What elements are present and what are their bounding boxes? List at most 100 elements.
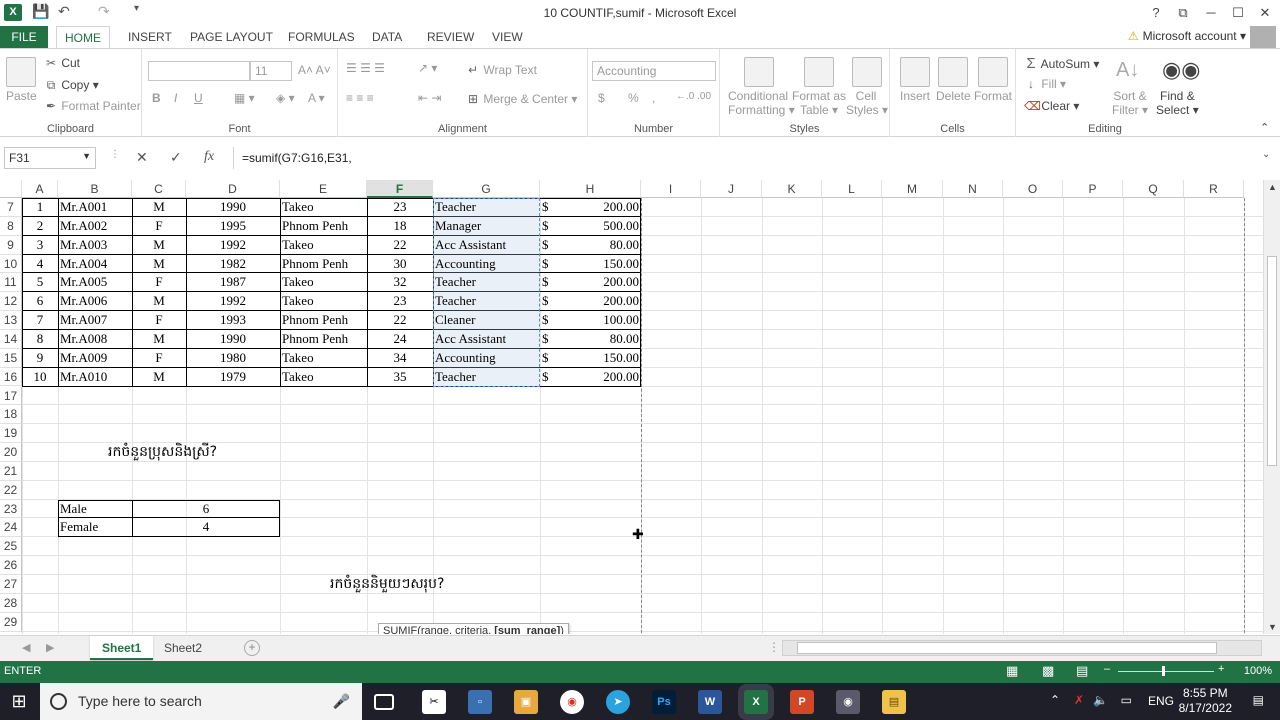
cell-gender[interactable]: M bbox=[132, 368, 186, 387]
formula-input[interactable]: =sumif(G7:G16,E31, bbox=[233, 147, 1263, 169]
snip-icon[interactable]: ✂ bbox=[422, 690, 446, 714]
binoculars-icon[interactable]: ◉◉ bbox=[1162, 57, 1200, 83]
cell-salary[interactable]: 80.00 bbox=[558, 236, 641, 255]
cell-no[interactable]: 2 bbox=[22, 217, 58, 236]
align-left-icon[interactable]: ≡ ≡ ≡ bbox=[346, 91, 374, 105]
column-header-q[interactable]: Q bbox=[1123, 180, 1184, 198]
tab-file[interactable]: FILE bbox=[0, 26, 48, 49]
cell-age[interactable]: 22 bbox=[367, 311, 433, 330]
align-top-icon[interactable]: ☰ ☰ ☰ bbox=[346, 61, 385, 75]
cell-position[interactable]: Teacher bbox=[433, 198, 540, 217]
cell-id[interactable]: Mr.A005 bbox=[58, 273, 132, 292]
bold-button[interactable]: B bbox=[152, 91, 161, 105]
vertical-scroll-thumb[interactable] bbox=[1267, 256, 1277, 466]
cell-id[interactable]: Mr.A001 bbox=[58, 198, 132, 217]
cell-age[interactable]: 35 bbox=[367, 368, 433, 387]
cell-year[interactable]: 1987 bbox=[186, 273, 280, 292]
battery-icon[interactable]: ▭ bbox=[1121, 693, 1132, 707]
summary-value[interactable]: 4 bbox=[132, 518, 280, 537]
save-icon[interactable]: 💾 bbox=[32, 3, 49, 20]
column-header-a[interactable]: A bbox=[22, 180, 58, 198]
cell-salary[interactable]: 200.00 bbox=[558, 198, 641, 217]
cut-button[interactable]: ✂ Cut bbox=[44, 56, 80, 70]
language-indicator[interactable]: ENG bbox=[1148, 694, 1174, 708]
italic-button[interactable]: I bbox=[174, 91, 177, 105]
column-header-p[interactable]: P bbox=[1063, 180, 1123, 198]
maximize-button[interactable]: ☐ bbox=[1225, 2, 1251, 24]
cell-year[interactable]: 1982 bbox=[186, 255, 280, 274]
cell-id[interactable]: Mr.A007 bbox=[58, 311, 132, 330]
photos-app-icon[interactable]: ▣ bbox=[514, 690, 538, 714]
cell-gender[interactable]: M bbox=[132, 255, 186, 274]
tab-formulas[interactable]: FORMULAS bbox=[280, 26, 363, 49]
cell-gender[interactable]: F bbox=[132, 349, 186, 368]
cell-salary[interactable]: 80.00 bbox=[558, 330, 641, 349]
telegram-icon[interactable]: ➤ bbox=[606, 690, 630, 714]
name-box[interactable]: F31 ▼ bbox=[4, 147, 96, 169]
row-header-11[interactable]: 11 bbox=[0, 273, 22, 293]
cell-province[interactable]: Takeo bbox=[280, 198, 367, 217]
photoshop-icon[interactable]: Ps bbox=[652, 690, 676, 714]
network-warning-icon[interactable]: ✗ bbox=[1074, 693, 1084, 707]
row-header-29[interactable]: 29 bbox=[0, 612, 22, 632]
microphone-icon[interactable]: 🎤 bbox=[333, 683, 350, 720]
redo-icon[interactable]: ↷ bbox=[98, 3, 110, 20]
cell-year[interactable]: 1992 bbox=[186, 236, 280, 255]
cell-salary[interactable]: 150.00 bbox=[558, 349, 641, 368]
notification-icon[interactable]: ▤ bbox=[1253, 693, 1264, 707]
row-header-10[interactable]: 10 bbox=[0, 254, 22, 274]
column-header-b[interactable]: B bbox=[58, 180, 132, 198]
column-header-k[interactable]: K bbox=[762, 180, 822, 198]
tab-page-layout[interactable]: PAGE LAYOUT bbox=[182, 26, 281, 49]
cell-no[interactable]: 8 bbox=[22, 330, 58, 349]
cell-no[interactable]: 4 bbox=[22, 255, 58, 274]
vertical-scrollbar[interactable]: ▲ ▼ bbox=[1263, 180, 1280, 634]
copy-button[interactable]: ⧉ Copy ▾ bbox=[44, 78, 99, 93]
tray-chevron-icon[interactable]: ⌃ bbox=[1050, 693, 1060, 707]
cell-gender[interactable]: M bbox=[132, 236, 186, 255]
conditional-formatting-button[interactable]: Conditional Formatting ▾ bbox=[728, 89, 795, 117]
cell-id[interactable]: Mr.A004 bbox=[58, 255, 132, 274]
cell-salary[interactable]: 200.00 bbox=[558, 368, 641, 387]
cell-gender[interactable]: F bbox=[132, 311, 186, 330]
column-header-h[interactable]: H bbox=[540, 180, 641, 198]
cell-province[interactable]: Takeo bbox=[280, 292, 367, 311]
row-header-9[interactable]: 9 bbox=[0, 235, 22, 255]
cell-no[interactable]: 9 bbox=[22, 349, 58, 368]
percent-button[interactable]: % bbox=[628, 91, 639, 105]
format-cells-button[interactable]: Format bbox=[974, 89, 1012, 103]
format-painter-button[interactable]: ✒ Format Painter bbox=[44, 99, 141, 113]
app-icon[interactable]: ◉ bbox=[836, 690, 860, 714]
page-layout-view-icon[interactable]: ▩ bbox=[1042, 663, 1054, 679]
cell-id[interactable]: Mr.A008 bbox=[58, 330, 132, 349]
column-header-n[interactable]: N bbox=[943, 180, 1003, 198]
cell-year[interactable]: 1993 bbox=[186, 311, 280, 330]
cell-gender[interactable]: M bbox=[132, 330, 186, 349]
cell-age[interactable]: 23 bbox=[367, 198, 433, 217]
summary-value[interactable]: 6 bbox=[132, 500, 280, 519]
insert-function-button[interactable]: fx bbox=[204, 149, 214, 165]
cell-age[interactable]: 30 bbox=[367, 255, 433, 274]
clock[interactable]: 8:55 PM 8/17/2022 bbox=[1179, 686, 1232, 716]
prev-sheet-icon[interactable]: ◀ bbox=[22, 641, 30, 654]
cell-gender[interactable]: F bbox=[132, 217, 186, 236]
column-header-r[interactable]: R bbox=[1184, 180, 1244, 198]
cell-year[interactable]: 1980 bbox=[186, 349, 280, 368]
font-color-icon[interactable]: A ▾ bbox=[308, 91, 325, 105]
row-header-19[interactable]: 19 bbox=[0, 424, 22, 444]
cell-gender[interactable]: F bbox=[132, 273, 186, 292]
network-app-icon[interactable]: ▫ bbox=[468, 690, 492, 714]
cell-age[interactable]: 24 bbox=[367, 330, 433, 349]
cell-province[interactable]: Takeo bbox=[280, 236, 367, 255]
row-header-20[interactable]: 20 bbox=[0, 443, 22, 462]
cell-styles-icon[interactable] bbox=[852, 57, 882, 87]
column-header-d[interactable]: D bbox=[186, 180, 280, 198]
fill-color-icon[interactable]: ◈ ▾ bbox=[276, 91, 295, 105]
next-sheet-icon[interactable]: ▶ bbox=[46, 641, 54, 654]
file-explorer-icon[interactable]: ▤ bbox=[882, 690, 906, 714]
scroll-down-icon[interactable]: ▼ bbox=[1268, 622, 1277, 632]
zoom-slider-handle[interactable] bbox=[1162, 666, 1165, 676]
row-header-7[interactable]: 7 bbox=[0, 198, 22, 217]
indent-icon[interactable]: ⇤ ⇥ bbox=[418, 91, 441, 105]
paste-icon[interactable] bbox=[6, 57, 36, 87]
